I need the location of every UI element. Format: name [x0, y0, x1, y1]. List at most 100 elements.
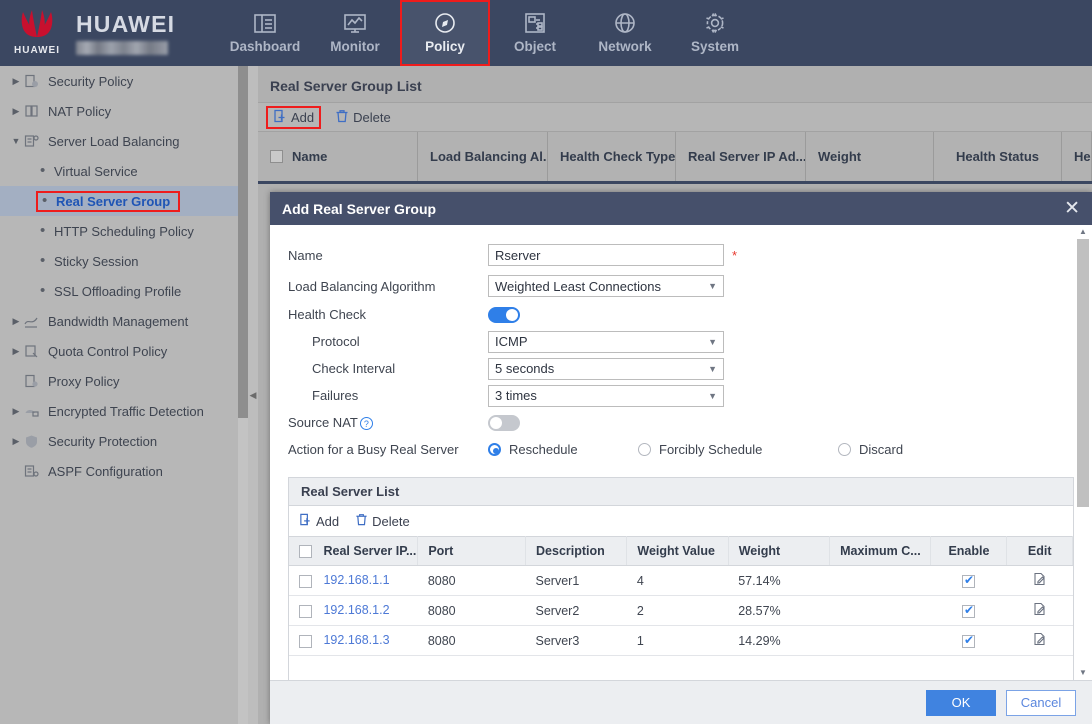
scrollbar-track[interactable]	[1077, 239, 1089, 666]
check-interval-select[interactable]: 5 seconds ▼	[488, 357, 724, 380]
edit-icon[interactable]	[1033, 632, 1047, 649]
nav-item-object[interactable]: Object	[490, 0, 580, 66]
ok-button[interactable]: OK	[926, 689, 996, 716]
select-all-checkbox[interactable]	[270, 150, 283, 163]
field-row-failures: Failures 3 times ▼	[288, 382, 1062, 409]
sidebar-item-label: NAT Policy	[48, 103, 112, 119]
enable-checkbox[interactable]	[962, 603, 976, 618]
protocol-select[interactable]: ICMP ▼	[488, 330, 724, 353]
radio-discard[interactable]: Discard	[838, 442, 903, 457]
col-weight[interactable]: Weight	[728, 536, 831, 566]
sidebar-item-encrypted-traffic-detection[interactable]: ▶ Encrypted Traffic Detection	[0, 396, 248, 426]
table-row[interactable]: 192.168.1.2 8080 Server2 2 28.57%	[289, 595, 1073, 626]
col-description[interactable]: Description	[525, 536, 628, 566]
source-nat-toggle[interactable]	[488, 414, 520, 431]
radio-button[interactable]	[638, 443, 651, 456]
nav-item-monitor[interactable]: Monitor	[310, 0, 400, 66]
algorithm-select[interactable]: Weighted Least Connections ▼	[488, 275, 724, 297]
dialog-scrollbar[interactable]: ▲ ▼	[1076, 225, 1090, 680]
table-row[interactable]: 192.168.1.1 8080 Server1 4 57.14%	[289, 565, 1073, 596]
sidebar-item-security-protection[interactable]: ▶ Security Protection	[0, 426, 248, 456]
nav-item-policy[interactable]: Policy	[400, 0, 490, 66]
column-header-algorithm[interactable]: Load Balancing Al...	[418, 132, 548, 181]
sidebar-item-label: Real Server Group	[56, 193, 171, 209]
health-check-toggle[interactable]	[488, 306, 520, 323]
sidebar-item-quota-control-policy[interactable]: ▶ Quota Control Policy	[0, 336, 248, 366]
name-input[interactable]	[488, 244, 724, 266]
col-maximum-c[interactable]: Maximum C...	[829, 536, 932, 566]
sidebar-item-http-scheduling-policy[interactable]: • HTTP Scheduling Policy	[0, 216, 248, 246]
nav-item-system[interactable]: System	[670, 0, 760, 66]
radio-forcibly-schedule[interactable]: Forcibly Schedule	[638, 442, 838, 457]
col-enable[interactable]: Enable	[930, 536, 1008, 566]
delete-button-label: Delete	[353, 109, 391, 125]
cell-description: Server2	[525, 595, 627, 626]
delete-button[interactable]: Delete	[335, 109, 391, 126]
sidebar-collapse-handle[interactable]: ◀	[248, 66, 258, 724]
failures-select[interactable]: 3 times ▼	[488, 384, 724, 407]
row-checkbox[interactable]	[299, 574, 312, 588]
field-row-source-nat: Source NAT?	[288, 409, 1062, 436]
failures-label: Failures	[312, 388, 359, 403]
ip-link[interactable]: 192.168.1.3	[323, 633, 389, 647]
select-all-checkbox[interactable]	[299, 545, 312, 559]
radio-label: Discard	[859, 442, 904, 457]
column-label: Enable	[948, 544, 990, 558]
sidebar-item-sticky-session[interactable]: • Sticky Session	[0, 246, 248, 276]
sidebar-item-real-server-group[interactable]: • Real Server Group	[0, 186, 248, 216]
column-header-weight[interactable]: Weight	[806, 132, 934, 181]
dialog-title: Add Real Server Group	[282, 200, 437, 217]
radio-button[interactable]	[488, 443, 501, 456]
scroll-up-icon[interactable]: ▲	[1079, 225, 1087, 239]
col-edit[interactable]: Edit	[1006, 536, 1073, 566]
enable-checkbox[interactable]	[962, 633, 976, 648]
scroll-down-icon[interactable]: ▼	[1079, 666, 1087, 680]
shield-icon	[24, 434, 48, 449]
nav-item-dashboard[interactable]: Dashboard	[220, 0, 310, 66]
radio-button[interactable]	[838, 443, 851, 456]
ip-link[interactable]: 192.168.1.2	[323, 603, 389, 617]
proxy-policy-icon	[24, 374, 48, 389]
col-real-server-ip[interactable]: Real Server IP...	[289, 536, 419, 566]
cancel-button[interactable]: Cancel	[1006, 689, 1076, 716]
nav-item-network[interactable]: Network	[580, 0, 670, 66]
edit-icon[interactable]	[1033, 602, 1047, 619]
scrollbar-thumb[interactable]	[1077, 239, 1089, 507]
table-row[interactable]: 192.168.1.3 8080 Server3 1 14.29%	[289, 625, 1073, 656]
column-header-health-status[interactable]: Health Status	[934, 132, 1062, 181]
server-add-label: Add	[316, 513, 340, 529]
close-icon[interactable]: ✕	[1064, 199, 1080, 218]
sidebar-item-security-policy[interactable]: ▶ Security Policy	[0, 66, 248, 96]
column-label: Weight	[738, 544, 781, 558]
col-weight-value[interactable]: Weight Value	[626, 536, 729, 566]
sidebar-item-proxy-policy[interactable]: Proxy Policy	[0, 366, 248, 396]
encrypted-traffic-detection-icon	[24, 404, 48, 419]
edit-icon[interactable]	[1033, 572, 1047, 589]
object-icon	[522, 12, 548, 36]
row-checkbox[interactable]	[299, 604, 312, 618]
chevron-down-icon: ▼	[708, 336, 717, 347]
add-button[interactable]: Add	[266, 105, 322, 129]
help-icon[interactable]: ?	[359, 417, 373, 431]
column-header-real-server-ip[interactable]: Real Server IP Ad...	[676, 132, 806, 181]
server-delete-button[interactable]: Delete	[355, 513, 410, 529]
col-port[interactable]: Port	[417, 536, 527, 566]
nav-label: Network	[598, 39, 652, 54]
sidebar-item-virtual-service[interactable]: • Virtual Service	[0, 156, 248, 186]
brand-subtitle-blurred	[76, 41, 168, 55]
sidebar-item-ssl-offloading-profile[interactable]: • SSL Offloading Profile	[0, 276, 248, 306]
sidebar-item-bandwidth-management[interactable]: ▶ Bandwidth Management	[0, 306, 248, 336]
ip-link[interactable]: 192.168.1.1	[323, 573, 389, 587]
column-header-health-check-type[interactable]: Health Check Type	[548, 132, 676, 181]
sidebar-item-aspf-configuration[interactable]: ASPF Configuration	[0, 456, 248, 486]
enable-checkbox[interactable]	[962, 573, 976, 588]
sidebar-scrollbar-thumb[interactable]	[238, 66, 248, 418]
column-header-name[interactable]: Name	[258, 132, 418, 181]
sidebar-item-nat-policy[interactable]: ▶ NAT Policy	[0, 96, 248, 126]
row-checkbox[interactable]	[299, 634, 312, 648]
server-add-button[interactable]: Add	[299, 513, 339, 529]
radio-reschedule[interactable]: Reschedule	[488, 442, 638, 457]
column-header-he[interactable]: He	[1062, 132, 1092, 181]
column-label: Maximum C...	[840, 544, 921, 558]
sidebar-item-server-load-balancing[interactable]: ▼ Server Load Balancing	[0, 126, 248, 156]
